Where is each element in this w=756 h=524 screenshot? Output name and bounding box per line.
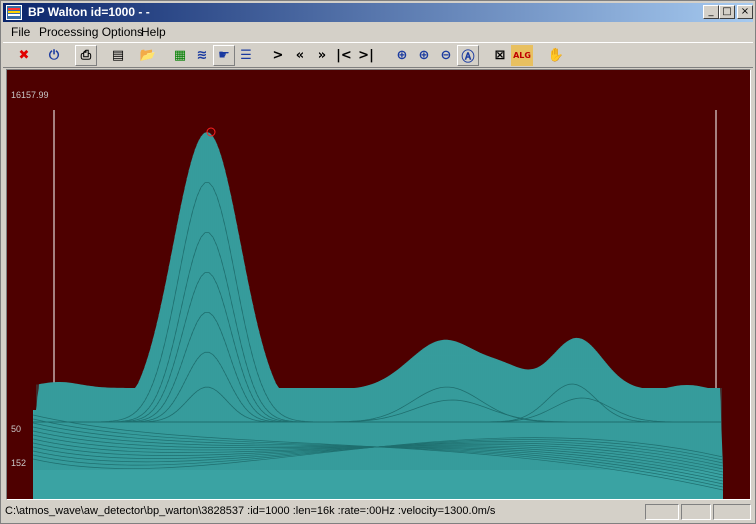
minimize-button[interactable]: _: [703, 5, 719, 19]
maximize-button[interactable]: □: [719, 5, 735, 19]
hand-pan-icon[interactable]: ✋: [545, 45, 567, 66]
open-folder-icon[interactable]: 📂: [137, 45, 159, 66]
algorithm-icon[interactable]: ALG: [511, 45, 533, 66]
y-axis-top-label: 16157.99: [11, 90, 49, 100]
chart-icon[interactable]: ▦: [169, 45, 191, 66]
print-preview-icon[interactable]: ⎙: [75, 45, 97, 66]
fast-back-icon[interactable]: «: [289, 45, 311, 66]
title-bar[interactable]: BP Walton id=1000 - - _ □ ×: [3, 3, 753, 22]
zoom-out-icon[interactable]: ⊖: [435, 45, 457, 66]
waveform-view-icon[interactable]: ≋: [191, 45, 213, 66]
wave-app-icon[interactable]: [6, 5, 22, 20]
window-title: BP Walton id=1000 - -: [28, 5, 150, 19]
close-x-icon[interactable]: ✖: [13, 45, 35, 66]
menu-bar: File Processing Options Help: [3, 23, 753, 41]
next-icon[interactable]: >: [267, 45, 289, 66]
list-view-icon[interactable]: ☰: [235, 45, 257, 66]
status-bar: C:\atmos_wave\aw_detector\bp_warton\3828…: [3, 502, 753, 522]
first-icon[interactable]: |<: [333, 45, 355, 66]
menu-help[interactable]: Help: [141, 25, 166, 39]
close-button[interactable]: ×: [737, 5, 753, 19]
fast-forward-icon[interactable]: »: [311, 45, 333, 66]
notepad-icon[interactable]: ▤: [107, 45, 129, 66]
status-panel-2: [681, 504, 711, 520]
zoom-fit-icon[interactable]: ⊕: [391, 45, 413, 66]
zoom-auto-icon[interactable]: Ⓐ: [457, 45, 479, 66]
waveform-plot[interactable]: 16157.99 50 152: [6, 69, 751, 500]
y-axis-low-label: 152: [11, 458, 27, 468]
y-axis-mid-label: 50: [11, 424, 22, 434]
status-panel-3: [713, 504, 751, 520]
menu-file[interactable]: File: [11, 25, 30, 39]
app-window: BP Walton id=1000 - - _ □ × File Process…: [0, 0, 756, 524]
waveform-canvas[interactable]: [7, 70, 750, 499]
fullscreen-icon[interactable]: ⊠: [489, 45, 511, 66]
status-panel-1: [645, 504, 679, 520]
menu-processing-options[interactable]: Processing Options: [39, 25, 143, 39]
zoom-in-icon[interactable]: ⊕: [413, 45, 435, 66]
toolbar: ✖ ⏻ ⎙ ▤ 📂 ▦ ≋ ☛ ☰ > «» |< >| ⊕ ⊕ ⊖ Ⓐ ⊠ ALG ✋: [3, 42, 753, 68]
hand-blue-icon[interactable]: ☛: [213, 45, 235, 66]
power-icon[interactable]: ⏻: [43, 45, 65, 66]
status-text: C:\atmos_wave\aw_detector\bp_warton\3828…: [5, 505, 496, 517]
last-icon[interactable]: >|: [355, 45, 377, 66]
